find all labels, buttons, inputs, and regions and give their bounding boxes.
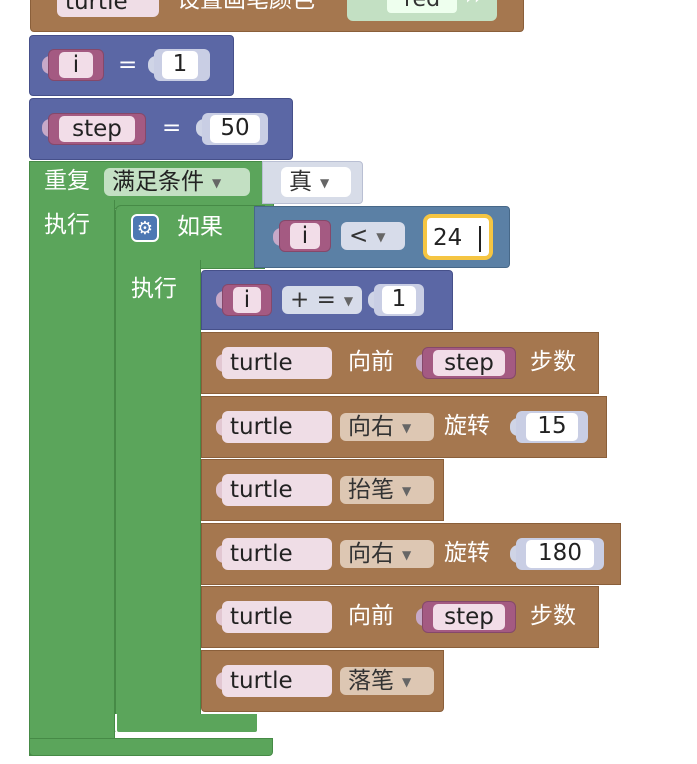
- turtle-object-pill[interactable]: turtle: [222, 347, 332, 379]
- turn-angle-value-180: 180: [526, 540, 594, 568]
- repeat-mode-dropdown[interactable]: 满足条件 ▼: [104, 168, 250, 196]
- pen-down-text: 落笔: [348, 668, 394, 694]
- set-pen-color-block[interactable]: turtle 设置画笔颜色 red ››: [30, 0, 524, 32]
- forward-step-var-label: step: [433, 350, 505, 376]
- forward-label: 向前: [348, 349, 394, 375]
- repeat-do-label: 执行: [44, 212, 90, 238]
- turtle-object-pill[interactable]: turtle: [222, 665, 332, 697]
- turtle-object-pill[interactable]: turtle: [222, 474, 332, 506]
- set-pen-color-label: 设置画笔颜色: [177, 0, 315, 13]
- compare-right-input-selected[interactable]: 24: [423, 214, 493, 260]
- turn-direction-dropdown[interactable]: 向右 ▼: [340, 540, 434, 568]
- pen-down-dropdown[interactable]: 落笔 ▼: [340, 667, 434, 695]
- turtle-object-label: turtle: [230, 477, 293, 503]
- dropdown-caret-icon: ▼: [402, 483, 412, 498]
- increment-var-label: i: [233, 287, 261, 313]
- repeat-mode-text: 满足条件: [112, 169, 204, 195]
- turn-right-block-1[interactable]: turtle 向右 ▼ 旋转 15: [201, 396, 607, 458]
- turn-direction-dropdown[interactable]: 向右 ▼: [340, 413, 434, 441]
- gear-icon[interactable]: ⚙: [131, 214, 159, 242]
- if-block-foot: [115, 714, 259, 734]
- color-value-text: red: [404, 0, 440, 12]
- move-forward-block-2[interactable]: turtle 向前 step 步数: [201, 586, 599, 648]
- condition-true-dropdown[interactable]: 真 ▼: [281, 167, 351, 197]
- compare-block[interactable]: i < ▼ 24: [254, 206, 510, 268]
- turn-direction-text: 向右: [348, 414, 394, 440]
- turtle-object-pill[interactable]: turtle: [222, 538, 332, 570]
- turtle-object-label: turtle: [230, 541, 293, 567]
- variable-i-label: i: [59, 52, 93, 78]
- increment-i-block[interactable]: i + = ▼ 1: [201, 270, 453, 330]
- assign-operator: =: [118, 52, 138, 78]
- if-do-label: 执行: [131, 276, 177, 302]
- pen-down-block[interactable]: turtle 落笔 ▼: [201, 650, 444, 712]
- if-label: 如果: [177, 214, 223, 240]
- dropdown-caret-icon: ▼: [320, 175, 330, 190]
- repeat-label: 重复: [44, 168, 90, 194]
- rotate-label: 旋转: [444, 413, 490, 439]
- repeat-while-block-spine: [29, 200, 115, 756]
- rotate-label: 旋转: [444, 540, 490, 566]
- turn-right-block-2[interactable]: turtle 向右 ▼ 旋转 180: [201, 523, 621, 585]
- turtle-object-pill[interactable]: turtle: [222, 411, 332, 443]
- turtle-object-label: turtle: [230, 604, 293, 630]
- turtle-object-label: turtle: [230, 350, 293, 376]
- assign-operator: =: [162, 115, 182, 141]
- variable-i-pill[interactable]: i: [48, 49, 104, 81]
- turn-angle-input-180[interactable]: 180: [516, 538, 604, 570]
- number-input-1[interactable]: 1: [154, 49, 210, 81]
- dropdown-caret-icon: ▼: [343, 293, 354, 308]
- compare-operator-text: <: [349, 223, 369, 249]
- turn-angle-value-15: 15: [526, 413, 578, 441]
- steps-unit-label: 步数: [530, 349, 576, 375]
- number-input-50[interactable]: 50: [202, 113, 268, 145]
- dropdown-caret-icon: ▼: [376, 229, 386, 244]
- pen-up-block[interactable]: turtle 抬笔 ▼: [201, 459, 444, 521]
- if-block-spine: [115, 260, 201, 732]
- repeat-while-block-foot: [29, 738, 273, 756]
- variable-step-label: step: [59, 116, 135, 142]
- forward-label: 向前: [348, 603, 394, 629]
- quote-close-icon: ››: [465, 0, 483, 10]
- turtle-object-pill[interactable]: turtle: [57, 0, 159, 17]
- dropdown-caret-icon: ▼: [402, 674, 412, 689]
- forward-step-var-pill[interactable]: step: [422, 601, 516, 633]
- turn-angle-input-15[interactable]: 15: [516, 411, 588, 443]
- pen-up-text: 抬笔: [348, 477, 394, 503]
- turtle-object-pill[interactable]: turtle: [222, 601, 332, 633]
- move-forward-block-1[interactable]: turtle 向前 step 步数: [201, 332, 599, 394]
- increment-var-pill[interactable]: i: [222, 284, 272, 316]
- forward-step-var-pill[interactable]: step: [422, 347, 516, 379]
- increment-value-input[interactable]: 1: [374, 284, 424, 316]
- number-value-50: 50: [210, 115, 260, 143]
- text-cursor: [479, 226, 481, 252]
- color-value-slot[interactable]: red ››: [347, 0, 497, 21]
- forward-step-var-label: step: [433, 604, 505, 630]
- set-variable-i-block[interactable]: i = 1: [29, 35, 234, 96]
- turtle-object-label: turtle: [230, 414, 293, 440]
- compare-operator-dropdown[interactable]: < ▼: [341, 222, 405, 250]
- steps-unit-label: 步数: [530, 603, 576, 629]
- compare-left-var-label: i: [290, 223, 320, 249]
- variable-step-pill[interactable]: step: [48, 113, 146, 145]
- condition-true-block[interactable]: 真 ▼: [262, 161, 363, 204]
- turn-direction-text: 向右: [348, 541, 394, 567]
- pen-up-dropdown[interactable]: 抬笔 ▼: [340, 476, 434, 504]
- compare-left-var-pill[interactable]: i: [279, 220, 331, 252]
- increment-operator-text: + =: [290, 287, 336, 313]
- dropdown-caret-icon: ▼: [402, 420, 412, 435]
- turtle-object-label: turtle: [230, 668, 293, 694]
- increment-operator-dropdown[interactable]: + = ▼: [282, 286, 362, 314]
- dropdown-caret-icon: ▼: [212, 175, 222, 190]
- compare-right-value: 24: [433, 225, 463, 251]
- set-variable-step-block[interactable]: step = 50: [29, 98, 293, 160]
- condition-true-text: 真: [289, 169, 312, 195]
- increment-value-text: 1: [382, 286, 416, 314]
- dropdown-caret-icon: ▼: [402, 547, 412, 562]
- color-value-field[interactable]: red: [387, 0, 457, 13]
- turtle-object-label: turtle: [65, 0, 128, 15]
- number-value-1: 1: [162, 51, 198, 79]
